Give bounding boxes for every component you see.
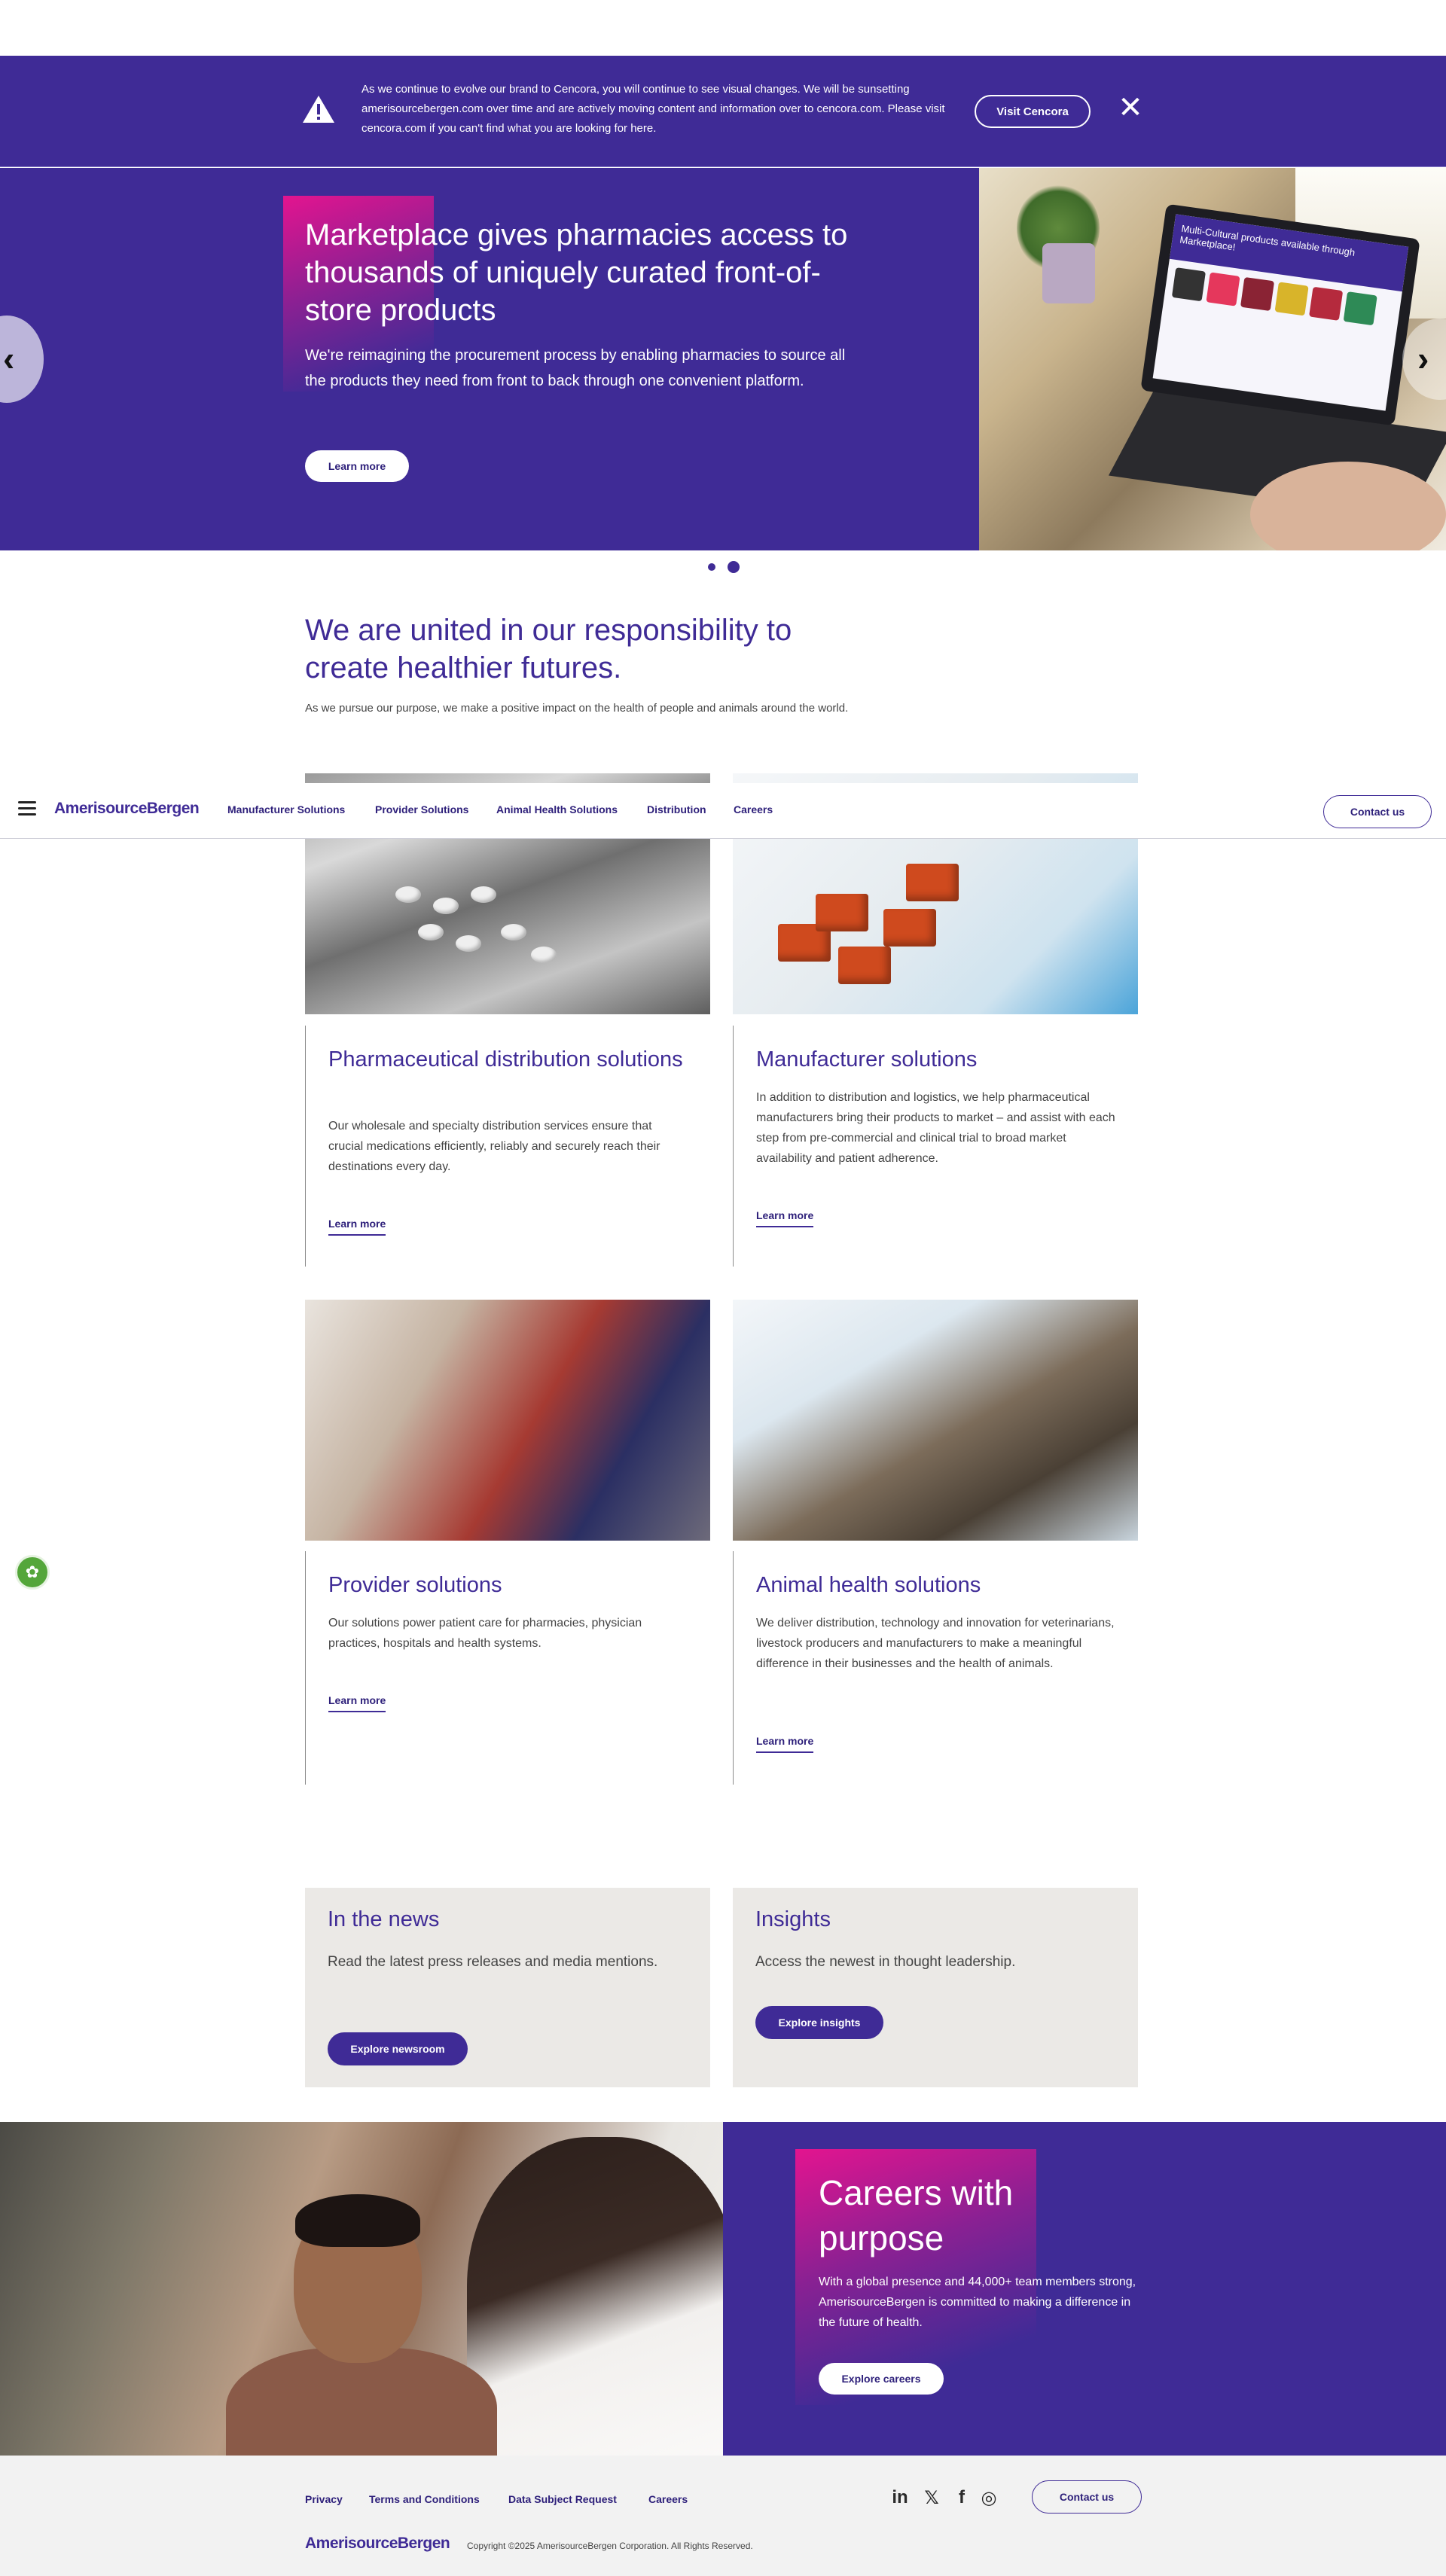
hero-laptop-image: Multi-Cultural products available throug… [979,168,1446,550]
card-animal-health-solutions: Animal health solutions We deliver distr… [733,1551,1138,1785]
card-title: Provider solutions [328,1573,502,1597]
hero-title: Marketplace gives pharmacies access to t… [305,218,848,327]
insights-tile: Insights Access the newest in thought le… [733,1888,1138,2087]
nav-provider-solutions[interactable]: Provider Solutions [375,803,468,815]
x-twitter-icon[interactable]: 𝕏 [920,2487,943,2510]
brand-banner: As we continue to evolve our brand to Ce… [0,56,1446,167]
footer-contact-us-button[interactable]: Contact us [1032,2480,1142,2514]
instagram-icon[interactable]: ◎ [978,2487,1000,2510]
carousel-dot-2-active[interactable] [728,561,740,573]
blister-cube [883,909,936,947]
nav-animal-health-solutions[interactable]: Animal Health Solutions [496,803,618,815]
nav-manufacturer-solutions[interactable]: Manufacturer Solutions [227,803,345,815]
pill [395,886,421,903]
banner-message: As we continue to evolve our brand to Ce… [362,83,945,135]
product-tile [1309,286,1344,321]
card-title: Animal health solutions [756,1573,981,1597]
pill [501,924,526,940]
blister-cube [816,894,868,931]
hamburger-menu-icon[interactable] [18,801,36,816]
nav-careers[interactable]: Careers [734,803,773,815]
card-text: Our wholesale and specialty distribution… [328,1120,660,1173]
plant-pot [1042,243,1095,303]
close-icon[interactable]: ✕ [1118,93,1143,123]
card-learn-more-link[interactable]: Learn more [328,1694,386,1712]
card-learn-more-link[interactable]: Learn more [756,1209,814,1227]
contact-us-button[interactable]: Contact us [1323,795,1432,828]
footer-careers-link[interactable]: Careers [648,2493,688,2505]
chevron-right-icon: › [1417,339,1429,378]
footer-logo[interactable]: AmerisourceBergen [305,2535,450,2553]
visit-cencora-button[interactable]: Visit Cencora [975,95,1091,128]
explore-newsroom-button[interactable]: Explore newsroom [328,2032,468,2065]
footer-privacy-link[interactable]: Privacy [305,2493,343,2505]
hero-body: We're reimagining the procurement proces… [305,347,846,389]
pill [418,924,444,940]
hero-slide: Marketplace gives pharmacies access to t… [0,168,979,550]
product-tile [1206,272,1240,306]
careers-text: With a global presence and 44,000+ team … [819,2276,1136,2329]
card-provider-solutions: Provider solutions Our solutions power p… [305,1551,710,1785]
hair [295,2194,420,2247]
main-navigation: AmerisourceBergen Manufacturer Solutions… [0,783,1446,839]
card-title: Pharmaceutical distribution solutions [328,1047,683,1072]
intro-title: We are united in our responsibility to c… [305,614,792,684]
careers-panel: Careers with purpose With a global prese… [723,2122,1446,2456]
news-tile: In the news Read the latest press releas… [305,1888,710,2087]
nav-distribution[interactable]: Distribution [647,803,706,815]
pill [456,935,481,952]
footer-data-subject-request-link[interactable]: Data Subject Request [508,2493,617,2505]
laptop-screen: Multi-Cultural products available throug… [1152,214,1409,411]
pill [433,898,459,914]
product-tile [1240,276,1275,312]
pill [471,886,496,903]
tile-text: Access the newest in thought leadership. [755,1954,1016,1970]
jacket [226,2348,497,2456]
card-manufacturer-solutions: Manufacturer solutions In addition to di… [733,1026,1138,1267]
footer-terms-link[interactable]: Terms and Conditions [369,2493,480,2505]
explore-insights-button[interactable]: Explore insights [755,2006,883,2039]
linkedin-icon[interactable]: in [889,2487,911,2510]
explore-careers-button[interactable]: Explore careers [819,2363,944,2395]
careers-image [0,2122,723,2456]
facebook-icon[interactable]: f [950,2487,973,2510]
card-learn-more-link[interactable]: Learn more [328,1218,386,1236]
animal-health-image [733,1300,1138,1541]
copyright: Copyright ©2025 AmerisourceBergen Corpor… [467,2541,753,2551]
card-title: Manufacturer solutions [756,1047,978,1072]
careers-title: Careers with purpose [819,2173,1014,2257]
chevron-left-icon: ‹ [3,339,15,378]
product-tile [1171,267,1207,302]
laptop: Multi-Cultural products available throug… [1140,203,1420,426]
blister-cube [906,864,959,901]
cookie-settings-icon[interactable]: ✿ [15,1555,50,1590]
tile-text: Read the latest press releases and media… [328,1954,658,1970]
footer: Privacy Terms and Conditions Data Subjec… [0,2456,1446,2576]
product-tile [1343,291,1377,326]
blister-cube [838,947,891,984]
provider-solutions-image [305,1300,710,1541]
pill [531,947,557,963]
card-text: We deliver distribution, technology and … [756,1617,1115,1670]
warning-triangle-icon [303,96,334,123]
card-learn-more-link[interactable]: Learn more [756,1735,814,1753]
card-text: Our solutions power patient care for pha… [328,1617,642,1650]
tile-title: Insights [755,1907,831,1931]
tile-title: In the news [328,1907,440,1931]
card-text: In addition to distribution and logistic… [756,1091,1115,1165]
logo[interactable]: AmerisourceBergen [54,800,200,818]
person-back [467,2137,723,2456]
hero-learn-more-button[interactable]: Learn more [305,450,409,482]
carousel-dot-1[interactable] [708,563,715,571]
card-pharmaceutical-distribution: Pharmaceutical distribution solutions Ou… [305,1026,710,1267]
intro-subtitle: As we pursue our purpose, we make a posi… [305,702,849,715]
product-tile [1274,282,1309,316]
